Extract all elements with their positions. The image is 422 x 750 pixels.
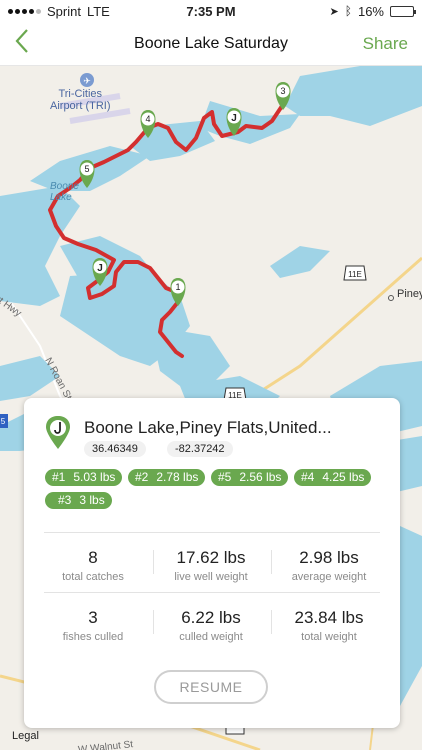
- us-highway-shield: 11E: [343, 265, 367, 281]
- location-arrow-icon: ➤: [329, 5, 339, 18]
- longitude-badge: -82.37242: [167, 441, 233, 457]
- svg-text:5: 5: [1, 417, 6, 426]
- svg-text:3: 3: [280, 86, 285, 96]
- resume-button[interactable]: RESUME: [154, 670, 268, 704]
- battery-icon: [390, 5, 416, 17]
- catch-chip[interactable]: #3 3 lbs: [45, 492, 112, 509]
- svg-text:J: J: [97, 263, 103, 274]
- divider: [44, 592, 380, 593]
- signal-icon: [8, 8, 41, 14]
- svg-text:4: 4: [145, 114, 150, 124]
- battery-percent: 16%: [357, 3, 384, 19]
- legal-link[interactable]: Legal: [12, 730, 39, 742]
- svg-text:11E: 11E: [348, 270, 362, 279]
- svg-text:5: 5: [84, 164, 89, 174]
- catch-chip[interactable]: #5 2.56 lbs: [211, 469, 289, 486]
- share-button[interactable]: Share: [363, 34, 408, 54]
- status-bar: Sprint LTE 7:35 PM ➤ ᛒ 16%: [0, 0, 422, 22]
- stat-fishes-culled: 3 fishes culled: [62, 608, 124, 643]
- hook-pin-icon: [46, 416, 70, 449]
- airport-label: Tri-Cities Airport (TRI): [50, 88, 111, 112]
- svg-text:1: 1: [175, 282, 180, 292]
- nav-bar: Boone Lake Saturday Share: [0, 22, 422, 66]
- town-label: Piney: [397, 288, 422, 300]
- svg-text:J: J: [231, 113, 237, 124]
- stat-culled-weight: 6.22 lbs culled weight: [179, 608, 243, 643]
- lake-label: Boone Lake: [50, 181, 79, 203]
- catch-chip[interactable]: #1 5.03 lbs: [45, 469, 123, 486]
- svg-text:✈: ✈: [83, 77, 91, 87]
- stat-total-catches: 8 total catches: [62, 548, 124, 583]
- latitude-badge: 36.46349: [84, 441, 146, 457]
- network-label: LTE: [86, 3, 110, 19]
- stat-live-well-weight: 17.62 lbs live well weight: [174, 548, 248, 583]
- location-name: Boone Lake,Piney Flats,United...: [84, 418, 332, 437]
- chevron-left-icon[interactable]: [14, 28, 30, 60]
- bluetooth-icon: ᛒ: [344, 4, 352, 18]
- stat-total-weight: 23.84 lbs total weight: [294, 608, 364, 643]
- page-title: Boone Lake Saturday: [134, 34, 288, 52]
- stat-average-weight: 2.98 lbs average weight: [291, 548, 367, 583]
- carrier-label: Sprint: [47, 3, 81, 19]
- status-left: Sprint LTE: [8, 4, 110, 19]
- status-right: ➤ ᛒ 16%: [329, 3, 416, 19]
- divider: [44, 532, 380, 533]
- catch-chip[interactable]: #2 2.78 lbs: [128, 469, 206, 486]
- interstate-shield: 5: [0, 414, 8, 428]
- catch-chip[interactable]: #4 4.25 lbs: [294, 469, 372, 486]
- trip-summary-card: Boone Lake,Piney Flats,United... 36.4634…: [24, 398, 400, 728]
